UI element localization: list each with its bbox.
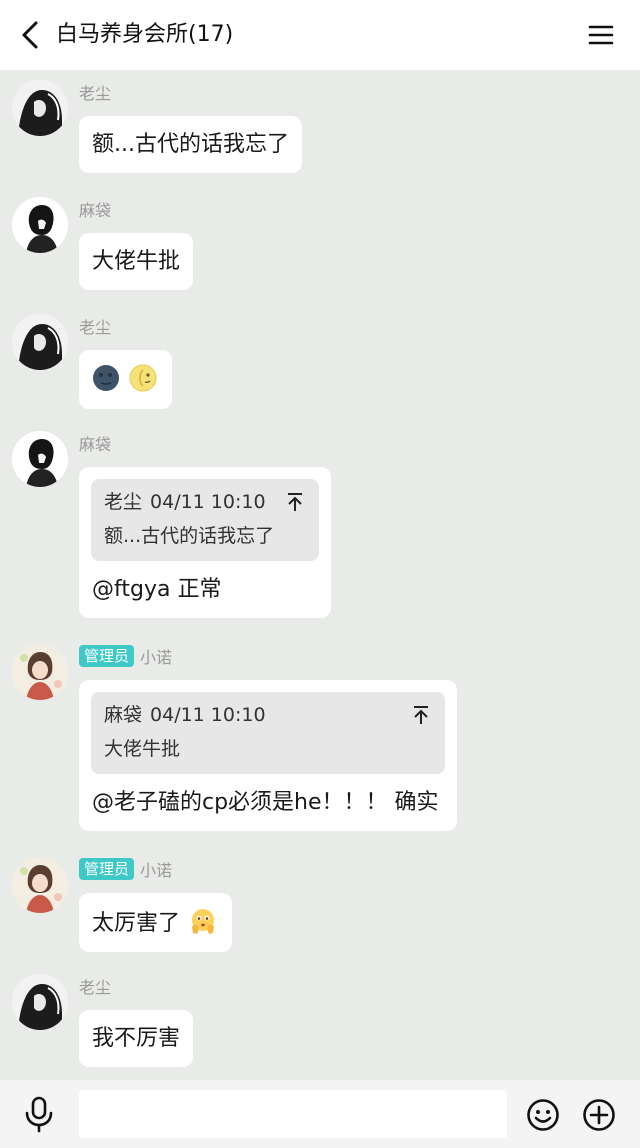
sender-name: 老尘 [79, 978, 112, 997]
avatar[interactable] [12, 431, 68, 487]
message-bubble[interactable]: 额...古代的话我忘了 [79, 116, 302, 173]
avatar-image [12, 857, 68, 913]
jump-to-original-icon[interactable] [411, 704, 431, 726]
message-meta: 老尘 [79, 80, 111, 104]
jump-to-original-icon[interactable] [285, 491, 305, 513]
message-meta: 麻袋 [79, 431, 111, 455]
quote-text: 大佬牛批 [104, 738, 181, 760]
message-text: 我不厉害 [92, 1026, 181, 1051]
message-text: 太厉害了 [92, 911, 181, 936]
message-text: @ftgya 正常 [92, 577, 222, 602]
message-bubble[interactable]: 老尘 04/11 10:10 额...古代的话我忘了 @ftgya 正常 [79, 467, 331, 618]
admin-badge: 管理员 [79, 645, 135, 667]
quote-time: 04/11 10:10 [150, 491, 266, 513]
sender-name: 麻袋 [79, 435, 112, 454]
admin-badge: 管理员 [79, 858, 135, 880]
sender-name: 老尘 [79, 318, 112, 337]
message-input[interactable] [79, 1090, 507, 1138]
quote-text: 额...古代的话我忘了 [104, 525, 275, 547]
microphone-icon [25, 1096, 53, 1133]
message-bubble[interactable]: 太厉害了 [79, 893, 233, 952]
avatar[interactable] [12, 80, 68, 136]
sender-name: 老尘 [79, 84, 112, 103]
message-bubble[interactable]: 麻袋 04/11 10:10 大佬牛批 @老子磕的cp必须是he！！！ 确实 [79, 680, 457, 831]
avatar[interactable] [12, 974, 68, 1030]
avatar-image [12, 314, 68, 370]
input-bar [0, 1080, 640, 1148]
menu-button[interactable] [586, 20, 616, 50]
avatar-image [12, 644, 68, 700]
message-bubble[interactable] [79, 350, 172, 409]
avatar[interactable] [12, 857, 68, 913]
new-moon-face-icon [92, 364, 120, 392]
quote-time: 04/11 10:10 [150, 704, 266, 726]
first-quarter-moon-face-icon [129, 364, 157, 392]
chat-title: 白马养身会所(17) [56, 22, 234, 47]
voice-button[interactable] [22, 1095, 56, 1133]
pleading-hands-emoji-icon [189, 907, 217, 935]
sender-name: 麻袋 [79, 201, 112, 220]
quote-author: 老尘 [104, 491, 143, 513]
quote-author: 麻袋 [104, 704, 143, 726]
message-meta: 老尘 [79, 314, 111, 338]
avatar-image [12, 197, 68, 253]
avatar-image [12, 431, 68, 487]
avatar-image [12, 80, 68, 136]
emoji-button[interactable] [526, 1098, 560, 1132]
quote-header: 老尘 04/11 10:10 [104, 489, 305, 515]
menu-icon [588, 25, 614, 45]
message-text: @老子磕的cp必须是he！！！ 确实 [92, 790, 439, 815]
smiley-icon [527, 1099, 559, 1131]
avatar[interactable] [12, 644, 68, 700]
message-bubble[interactable]: 我不厉害 [79, 1010, 194, 1067]
sender-name: 小诺 [140, 861, 173, 880]
avatar-image [12, 974, 68, 1030]
message-meta: 管理员 小诺 [79, 644, 172, 668]
back-button[interactable] [14, 18, 46, 52]
quote-header: 麻袋 04/11 10:10 [104, 702, 431, 728]
more-actions-button[interactable] [582, 1098, 616, 1132]
avatar[interactable] [12, 197, 68, 253]
avatar[interactable] [12, 314, 68, 370]
quoted-message[interactable]: 老尘 04/11 10:10 额...古代的话我忘了 [91, 479, 319, 561]
quoted-message[interactable]: 麻袋 04/11 10:10 大佬牛批 [91, 692, 445, 774]
message-meta: 麻袋 [79, 197, 111, 221]
message-text: 大佬牛批 [92, 249, 181, 274]
chevron-left-icon [22, 21, 38, 49]
message-text: 额...古代的话我忘了 [92, 132, 289, 157]
plus-circle-icon [583, 1099, 615, 1131]
top-bar: 白马养身会所(17) [0, 0, 640, 70]
message-list[interactable]: 老尘 额...古代的话我忘了 麻袋 大佬牛批 老尘 麻袋 老尘 04/11 10… [0, 70, 640, 1080]
sender-name: 小诺 [140, 648, 173, 667]
message-meta: 老尘 [79, 974, 111, 998]
message-meta: 管理员 小诺 [79, 857, 172, 881]
message-bubble[interactable]: 大佬牛批 [79, 233, 194, 290]
